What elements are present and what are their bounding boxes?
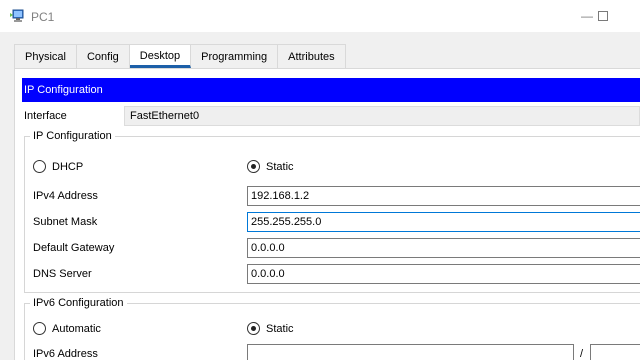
ipv6-prefix-length-input[interactable] bbox=[590, 344, 640, 360]
ip-configuration-group-title: IP Configuration bbox=[30, 130, 115, 142]
ipv6-prefix-separator: / bbox=[580, 348, 584, 360]
maximize-button[interactable] bbox=[598, 11, 608, 21]
ip-configuration-header: IP Configuration bbox=[22, 78, 640, 102]
dhcp-radio-circle[interactable] bbox=[33, 160, 46, 173]
ipv6-address-label: IPv6 Address bbox=[33, 348, 98, 360]
static-radio-label: Static bbox=[266, 160, 294, 173]
ipv4-address-input[interactable] bbox=[247, 186, 640, 206]
tab-config[interactable]: Config bbox=[76, 44, 130, 68]
dhcp-radio[interactable]: DHCP bbox=[33, 160, 83, 173]
minimize-button[interactable]: — bbox=[578, 8, 596, 24]
tab-programming[interactable]: Programming bbox=[191, 44, 279, 68]
ipv6-address-input[interactable] bbox=[247, 344, 574, 360]
interface-label: Interface bbox=[24, 110, 67, 122]
automatic-radio-label: Automatic bbox=[52, 322, 101, 335]
tab-attributes[interactable]: Attributes bbox=[278, 44, 346, 68]
default-gateway-input[interactable] bbox=[247, 238, 640, 258]
title-bar: PC1 — bbox=[0, 0, 640, 32]
pc-app-icon bbox=[10, 9, 24, 22]
subnet-mask-input[interactable] bbox=[247, 212, 640, 232]
automatic-radio[interactable]: Automatic bbox=[33, 322, 101, 335]
subnet-mask-label: Subnet Mask bbox=[33, 216, 98, 228]
interface-select[interactable]: FastEthernet0 bbox=[124, 106, 640, 126]
window-title: PC1 bbox=[31, 10, 55, 24]
dns-server-input[interactable] bbox=[247, 264, 640, 284]
static-radio[interactable]: Static bbox=[247, 160, 294, 173]
ipv6-static-radio-label: Static bbox=[266, 322, 294, 335]
tab-physical[interactable]: Physical bbox=[14, 44, 77, 68]
ipv6-configuration-group-title: IPv6 Configuration bbox=[30, 297, 127, 309]
tab-strip: Physical Config Desktop Programming Attr… bbox=[14, 44, 346, 68]
automatic-radio-circle[interactable] bbox=[33, 322, 46, 335]
ipv4-address-label: IPv4 Address bbox=[33, 190, 98, 202]
ipv6-static-radio[interactable]: Static bbox=[247, 322, 294, 335]
dhcp-radio-label: DHCP bbox=[52, 160, 84, 173]
ipv6-static-radio-circle[interactable] bbox=[247, 322, 260, 335]
default-gateway-label: Default Gateway bbox=[33, 242, 115, 254]
tab-desktop[interactable]: Desktop bbox=[129, 44, 192, 68]
dns-server-label: DNS Server bbox=[33, 268, 92, 280]
static-radio-circle[interactable] bbox=[247, 160, 260, 173]
